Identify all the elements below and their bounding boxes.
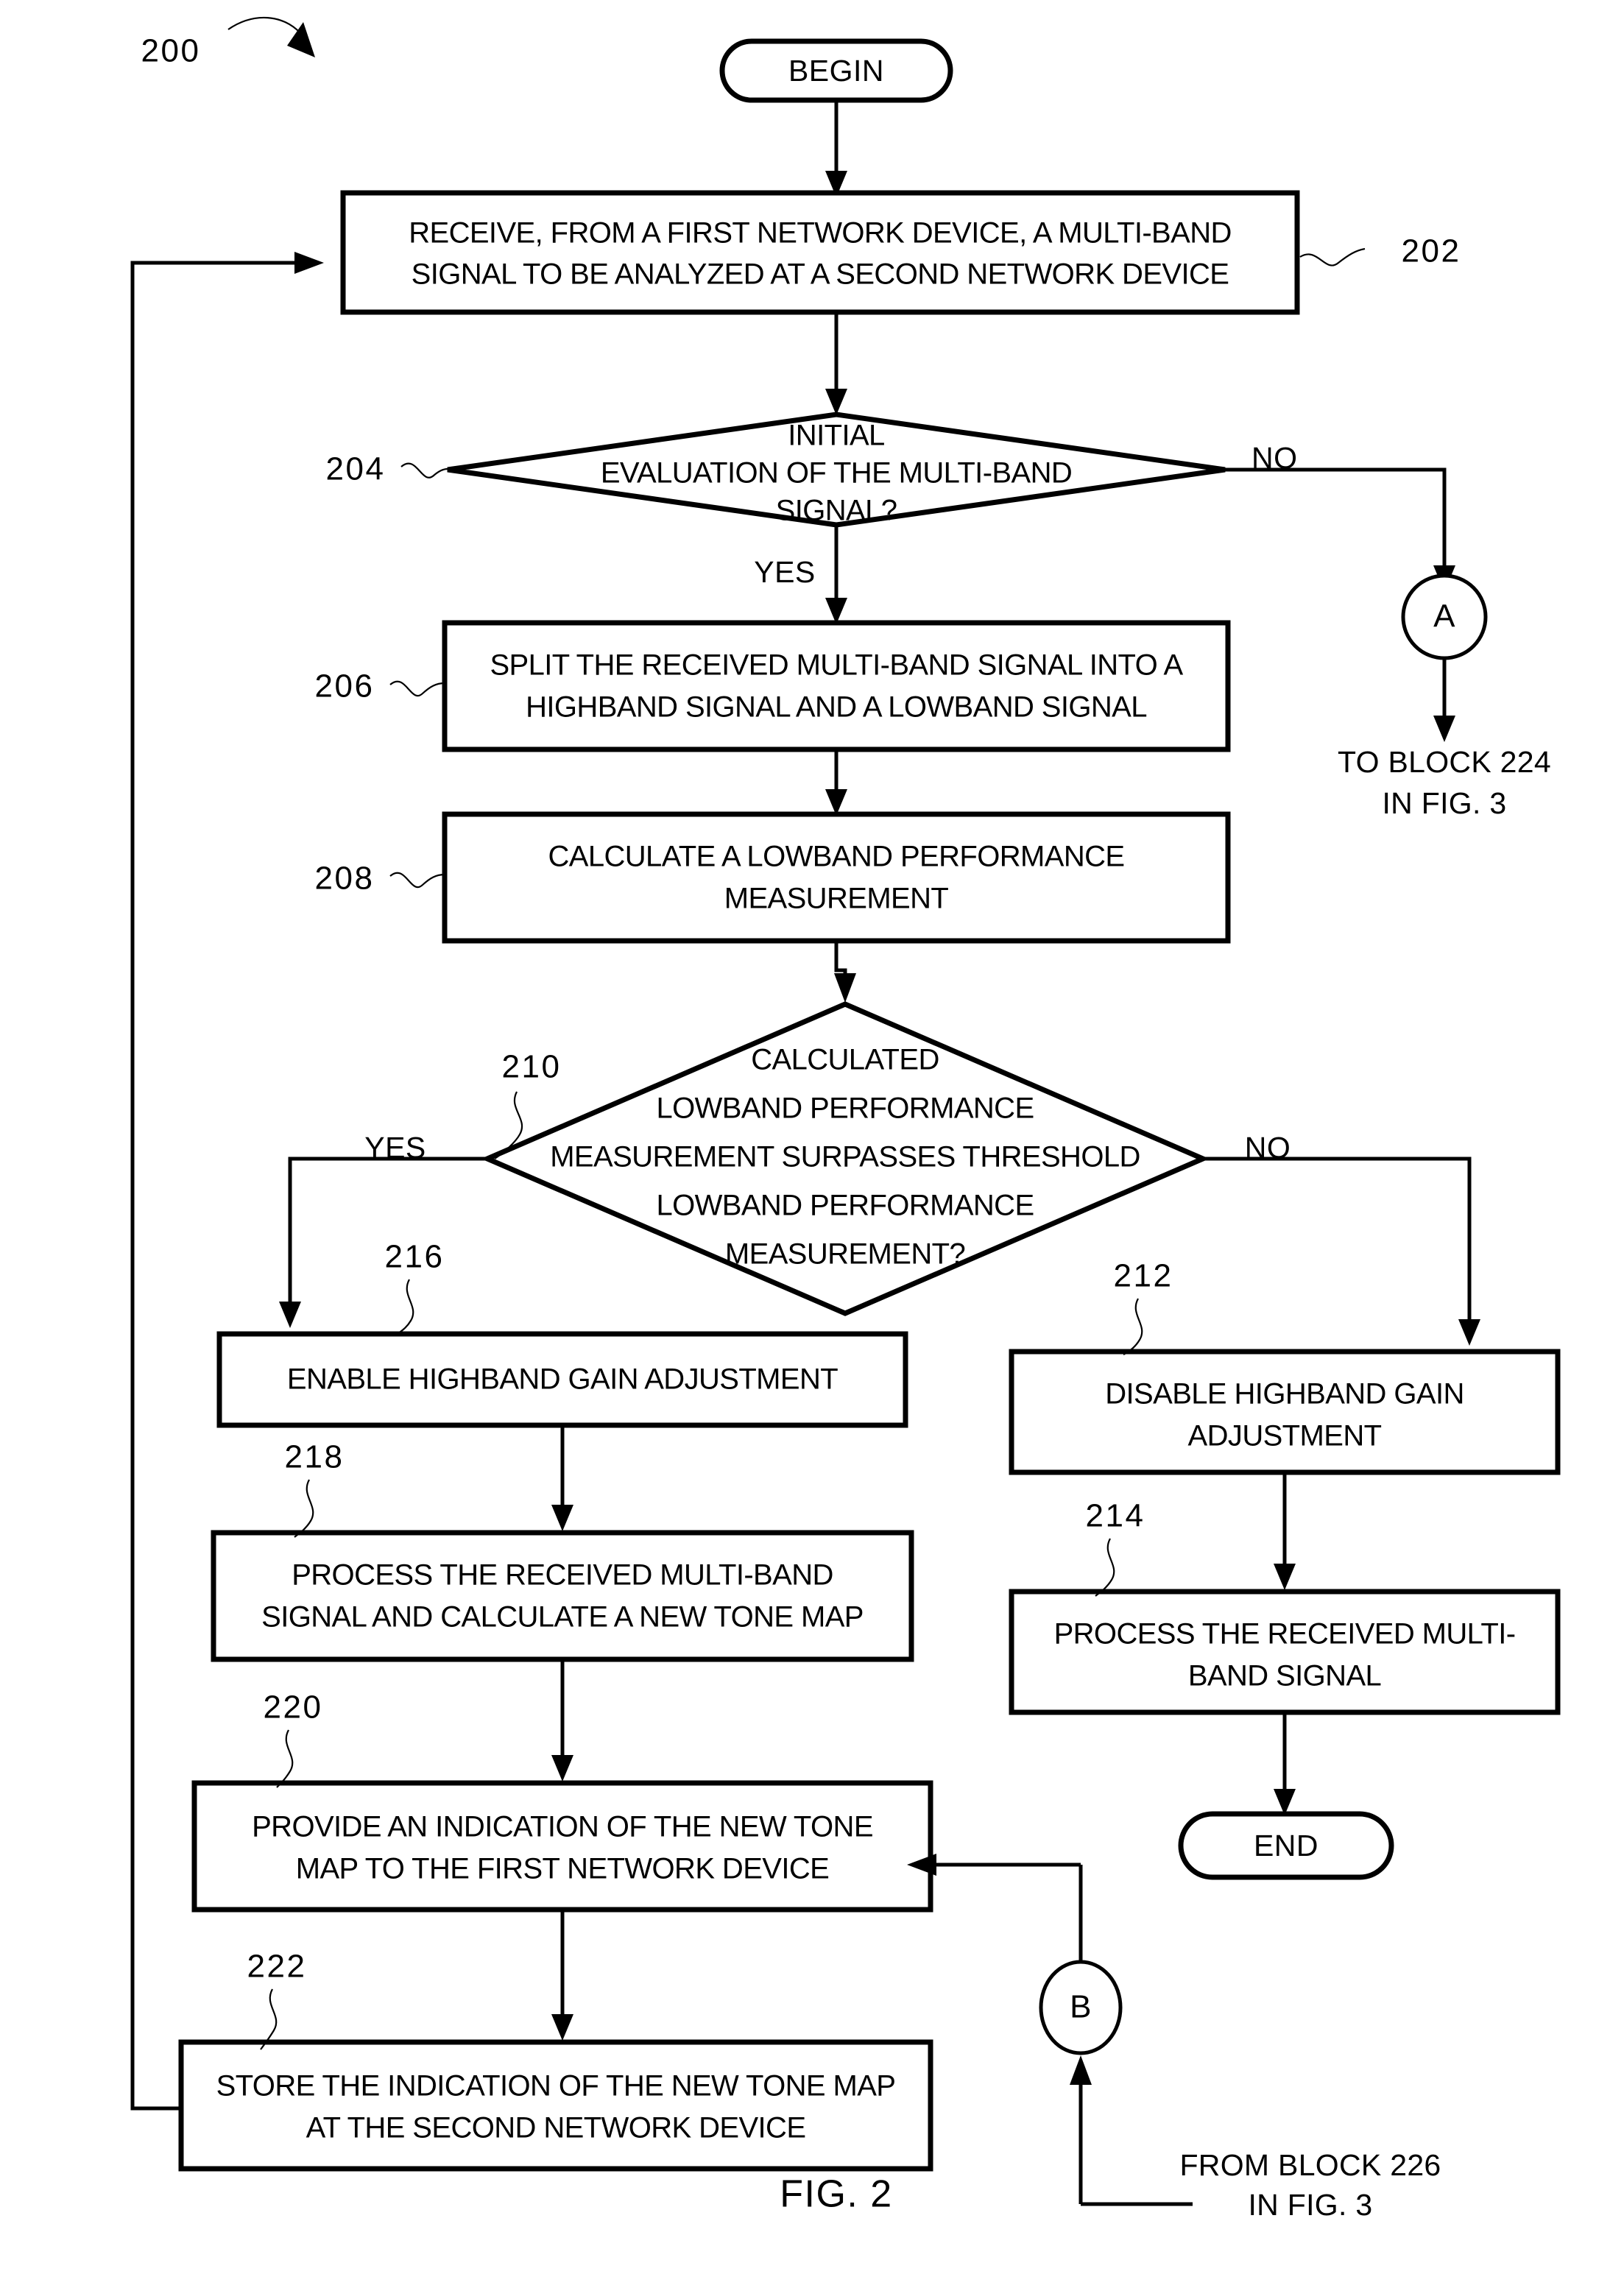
end-terminator-label: END xyxy=(1254,1829,1318,1862)
block-206-line-1: SPLIT THE RECEIVED MULTI-BAND SIGNAL INT… xyxy=(490,649,1183,682)
block-222-ref-label: 222 xyxy=(247,1949,307,1985)
block-206-ref-leader xyxy=(389,680,445,696)
block-206: SPLIT THE RECEIVED MULTI-BAND SIGNAL INT… xyxy=(315,620,1231,752)
edge-218-to-220 xyxy=(551,1659,573,1782)
block-216-ref-leader xyxy=(397,1279,414,1335)
edge-208-to-210 xyxy=(834,941,856,1003)
block-208-ref-leader xyxy=(389,872,445,888)
block-218-line-2: SIGNAL AND CALCULATE A NEW TONE MAP xyxy=(261,1601,864,1634)
decision-204: INITIAL EVALUATION OF THE MULTI-BAND SIG… xyxy=(326,412,1226,528)
decision-210-ref-label: 210 xyxy=(502,1049,562,1085)
block-214-ref-leader xyxy=(1095,1538,1115,1597)
block-202-shape xyxy=(340,190,1300,315)
block-202-ref-label: 202 xyxy=(1402,233,1461,269)
connector-b: B FROM BLOCK 226 IN FIG. 3 xyxy=(907,1854,1441,2222)
connector-b-letter: B xyxy=(1070,1989,1092,2025)
connector-a-letter: A xyxy=(1433,599,1455,635)
edge-210-no-to-212: NO xyxy=(1203,1131,1480,1346)
figure-caption: FIG. 2 xyxy=(780,2173,892,2216)
block-218-line-1: PROCESS THE RECEIVED MULTI-BAND xyxy=(292,1559,833,1592)
edge-204-no-to-connector-a: NO xyxy=(1225,441,1455,592)
decision-210-line-5: MEASUREMENT? xyxy=(725,1238,965,1271)
connector-b-note-line-1: FROM BLOCK 226 xyxy=(1179,2148,1441,2182)
end-terminator: END xyxy=(1178,1811,1394,1880)
block-220-ref-label: 220 xyxy=(264,1689,323,1726)
block-202-ref-leader xyxy=(1299,247,1366,266)
block-214-line-1: PROCESS THE RECEIVED MULTI- xyxy=(1054,1618,1516,1650)
edge-220-to-222 xyxy=(551,1910,573,2041)
block-222: STORE THE INDICATION OF THE NEW TONE MAP… xyxy=(178,1949,933,2172)
block-202-line-2: SIGNAL TO BE ANALYZED AT A SECOND NETWOR… xyxy=(412,258,1229,291)
edge-210-yes-to-216: YES xyxy=(279,1131,487,1328)
edge-206-to-208 xyxy=(825,749,847,816)
decision-204-ref-label: 204 xyxy=(326,451,386,487)
block-212: DISABLE HIGHBAND GAIN ADJUSTMENT 212 xyxy=(1009,1258,1561,1475)
block-214-shape xyxy=(1009,1589,1561,1715)
block-216-ref-label: 216 xyxy=(385,1239,445,1275)
edge-begin-to-202 xyxy=(825,100,847,197)
block-218-ref-leader xyxy=(294,1479,314,1538)
block-222-shape xyxy=(178,2039,933,2172)
block-212-shape xyxy=(1009,1349,1561,1475)
decision-204-line-3: SIGNAL? xyxy=(776,495,897,527)
block-216-line-1: ENABLE HIGHBAND GAIN ADJUSTMENT xyxy=(287,1363,838,1396)
block-214-ref-label: 214 xyxy=(1086,1498,1145,1534)
block-202: RECEIVE, FROM A FIRST NETWORK DEVICE, A … xyxy=(340,190,1461,315)
block-208-ref-label: 208 xyxy=(315,861,375,897)
decision-204-line-2: EVALUATION OF THE MULTI-BAND xyxy=(601,457,1072,490)
edge-204-yes-to-206: YES xyxy=(754,525,847,624)
block-212-ref-leader xyxy=(1123,1298,1143,1355)
block-212-line-2: ADJUSTMENT xyxy=(1188,1420,1382,1452)
block-222-line-1: STORE THE INDICATION OF THE NEW TONE MAP xyxy=(216,2070,896,2102)
decision-210-line-2: LOWBAND PERFORMANCE xyxy=(656,1092,1034,1125)
flowchart-canvas: 200 BEGIN RECEIVE, FROM A FIRST NETWORK … xyxy=(130,16,1561,2222)
branch-label-204-yes: YES xyxy=(754,555,816,589)
block-220-shape xyxy=(191,1780,933,1913)
block-222-line-2: AT THE SECOND NETWORK DEVICE xyxy=(306,2112,806,2144)
block-214-line-2: BAND SIGNAL xyxy=(1188,1660,1381,1692)
edge-216-to-218 xyxy=(551,1425,573,1531)
block-220-ref-leader xyxy=(276,1729,294,1788)
patent-figure-2: 200 BEGIN RECEIVE, FROM A FIRST NETWORK … xyxy=(0,0,1624,2288)
decision-204-ref-leader xyxy=(400,462,448,479)
decision-210-line-4: LOWBAND PERFORMANCE xyxy=(656,1190,1034,1222)
edge-212-to-214 xyxy=(1274,1472,1296,1590)
block-208: CALCULATE A LOWBAND PERFORMANCE MEASUREM… xyxy=(315,811,1231,944)
block-212-line-1: DISABLE HIGHBAND GAIN xyxy=(1105,1378,1464,1410)
diagram-ref-200-arrowhead xyxy=(287,22,315,57)
block-220-line-2: MAP TO THE FIRST NETWORK DEVICE xyxy=(296,1853,830,1885)
block-206-ref-label: 206 xyxy=(315,668,375,705)
block-208-shape xyxy=(442,811,1231,944)
decision-210-line-3: MEASUREMENT SURPASSES THRESHOLD xyxy=(550,1141,1140,1173)
decision-204-line-1: INITIAL xyxy=(788,420,884,452)
diagram-ref-200-leader xyxy=(227,16,301,34)
begin-terminator-label: BEGIN xyxy=(788,54,884,88)
block-218-ref-label: 218 xyxy=(285,1439,345,1475)
edge-202-to-204 xyxy=(825,312,847,415)
edge-214-to-end xyxy=(1274,1712,1296,1815)
block-220-line-1: PROVIDE AN INDICATION OF THE NEW TONE xyxy=(252,1811,873,1843)
diagram-ref-200: 200 xyxy=(141,16,315,69)
decision-210-line-1: CALCULATED xyxy=(751,1044,939,1076)
block-212-ref-label: 212 xyxy=(1114,1258,1173,1294)
block-208-line-1: CALCULATE A LOWBAND PERFORMANCE xyxy=(548,841,1124,873)
begin-terminator: BEGIN xyxy=(719,38,953,103)
connector-a-note-line-1: TO BLOCK 224 xyxy=(1338,745,1551,779)
block-218-shape xyxy=(211,1530,914,1662)
block-208-line-2: MEASUREMENT xyxy=(724,883,949,915)
block-206-shape xyxy=(442,620,1231,752)
connector-a-note-line-2: IN FIG. 3 xyxy=(1382,786,1506,820)
diagram-ref-200-label: 200 xyxy=(141,33,201,69)
block-206-line-2: HIGHBAND SIGNAL AND A LOWBAND SIGNAL xyxy=(526,691,1147,724)
block-202-line-1: RECEIVE, FROM A FIRST NETWORK DEVICE, A … xyxy=(409,217,1232,250)
connector-b-note-line-2: IN FIG. 3 xyxy=(1248,2188,1372,2222)
connector-a: A TO BLOCK 224 IN FIG. 3 xyxy=(1338,573,1551,820)
decision-210: CALCULATED LOWBAND PERFORMANCE MEASUREME… xyxy=(481,1001,1210,1316)
